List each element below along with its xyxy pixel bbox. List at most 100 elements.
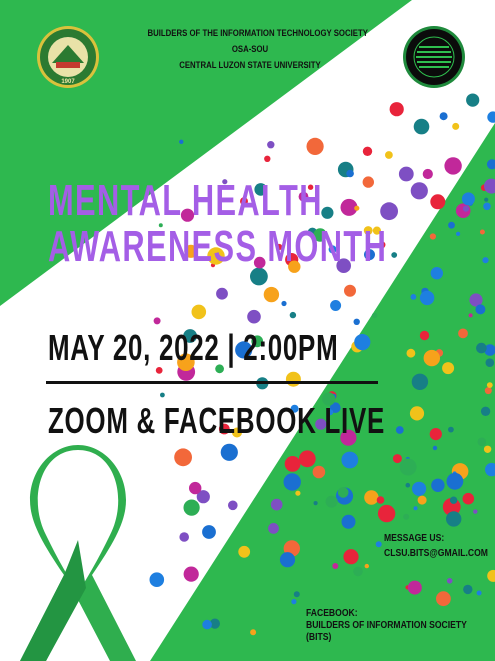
confetti-dot (463, 584, 473, 595)
confetti-dot (216, 287, 228, 300)
confetti-dot (485, 358, 495, 368)
seal-year: 1907 (61, 79, 75, 85)
green-ribbon-icon (20, 445, 136, 661)
confetti-dot (291, 599, 297, 605)
facebook-page-name: BUILDERS OF INFORMATION SOCIETY (306, 620, 467, 631)
confetti-dot (483, 445, 492, 453)
confetti-dot (341, 514, 356, 529)
header-org-name: BUILDERS OF THE INFORMATION TECHNOLOGY S… (147, 28, 368, 39)
confetti-dot (313, 501, 318, 506)
confetti-dot (484, 387, 492, 395)
confetti-dot (312, 465, 326, 479)
confetti-dot (238, 545, 251, 558)
confetti-dot (403, 513, 410, 520)
confetti-dot (377, 504, 396, 523)
confetti-dot (462, 492, 475, 505)
university-seal-icon: 1907 (37, 26, 99, 88)
confetti-dot (436, 591, 451, 607)
confetti-dot (372, 312, 378, 319)
confetti-dot (431, 478, 445, 492)
confetti-dot (407, 580, 422, 595)
facebook-page-suffix: (BITS) (306, 632, 332, 643)
confetti-dot (429, 428, 442, 441)
confetti-dot (191, 304, 207, 320)
confetti-dot (439, 112, 448, 121)
confetti-dot (411, 373, 429, 390)
confetti-dot (475, 304, 486, 315)
confetti-dot (332, 563, 339, 569)
confetti-dot (267, 141, 275, 149)
poster: 1907 BUILDERS OF THE INFORMATION TECHNOL… (0, 0, 495, 661)
confetti-dot (189, 481, 202, 495)
confetti-dot (419, 290, 435, 306)
confetti-dot (293, 591, 300, 598)
confetti-dot (419, 330, 430, 341)
confetti-dot (405, 482, 411, 488)
confetti-dot (337, 487, 349, 498)
confetti-dot (343, 549, 359, 565)
confetti-dot (452, 122, 460, 130)
confetti-dot (179, 139, 184, 144)
confetti-dot (362, 146, 373, 156)
organization-header: BUILDERS OF THE INFORMATION TECHNOLOGY S… (125, 26, 375, 74)
confetti-dot (449, 496, 458, 504)
title-line-1: MENTAL HEALTH (48, 176, 323, 225)
confetti-dot (466, 93, 480, 107)
facebook-block: FACEBOOK: BUILDERS OF INFORMATION SOCIET… (306, 608, 467, 644)
title-line-2: AWARENESS MONTH (48, 222, 388, 271)
confetti-dot (413, 506, 418, 511)
confetti-dot (446, 511, 462, 527)
confetti-dot (395, 426, 404, 434)
message-us-block: MESSAGE US: CLSU.BITS@GMAIL.COM (384, 531, 488, 561)
confetti-dot (353, 566, 363, 577)
confetti-dot (325, 495, 338, 508)
confetti-dot (179, 532, 189, 542)
confetti-dot (247, 309, 261, 324)
confetti-dot (174, 448, 193, 467)
confetti-dot (289, 311, 297, 319)
confetti-dot (264, 155, 271, 162)
confetti-dot (263, 286, 280, 303)
bits-logo-icon (403, 26, 465, 88)
confetti-dot (285, 371, 301, 387)
header-university: CENTRAL LUZON STATE UNIVERSITY (179, 60, 321, 71)
confetti-dot (346, 169, 354, 178)
confetti-dot (412, 481, 427, 496)
confetti-dot (409, 406, 425, 421)
confetti-dot (432, 445, 438, 451)
confetti-dot (281, 300, 287, 307)
confetti-dot (330, 300, 342, 311)
event-datetime: MAY 20, 2022 | 2:00PM (48, 327, 339, 368)
event-title: MENTAL HEALTH AWARENESS MONTH (48, 178, 495, 270)
confetti-dot (220, 443, 238, 461)
confetti-dot (473, 509, 478, 514)
confetti-dot (270, 498, 283, 511)
confetti-dot (353, 318, 360, 325)
confetti-dot (413, 118, 430, 135)
confetti-dot (392, 454, 402, 464)
confetti-dot (476, 590, 482, 596)
facebook-label: FACEBOOK: (306, 608, 358, 619)
confetti-dot (406, 348, 416, 358)
confetti-dot (417, 495, 427, 505)
confetti-dot (389, 102, 404, 117)
confetti-dot (306, 137, 324, 155)
confetti-dot (375, 541, 382, 548)
confetti-dot (250, 629, 257, 636)
confetti-dot (399, 458, 417, 476)
confetti-dot (410, 294, 417, 300)
header-office: OSA-SOU (231, 44, 269, 55)
message-us-label: MESSAGE US: (384, 533, 445, 544)
confetti-dot (354, 334, 371, 351)
confetti-dot (149, 572, 165, 587)
confetti-dot (385, 151, 393, 159)
confetti-dot (183, 566, 199, 582)
divider-line (46, 381, 378, 384)
confetti-dot (444, 157, 462, 175)
confetti-dot (423, 349, 440, 367)
confetti-dot (202, 619, 212, 630)
confetti-dot (279, 552, 296, 568)
confetti-dot (476, 342, 487, 354)
confetti-dot (228, 500, 238, 511)
confetti-dot (468, 313, 473, 318)
